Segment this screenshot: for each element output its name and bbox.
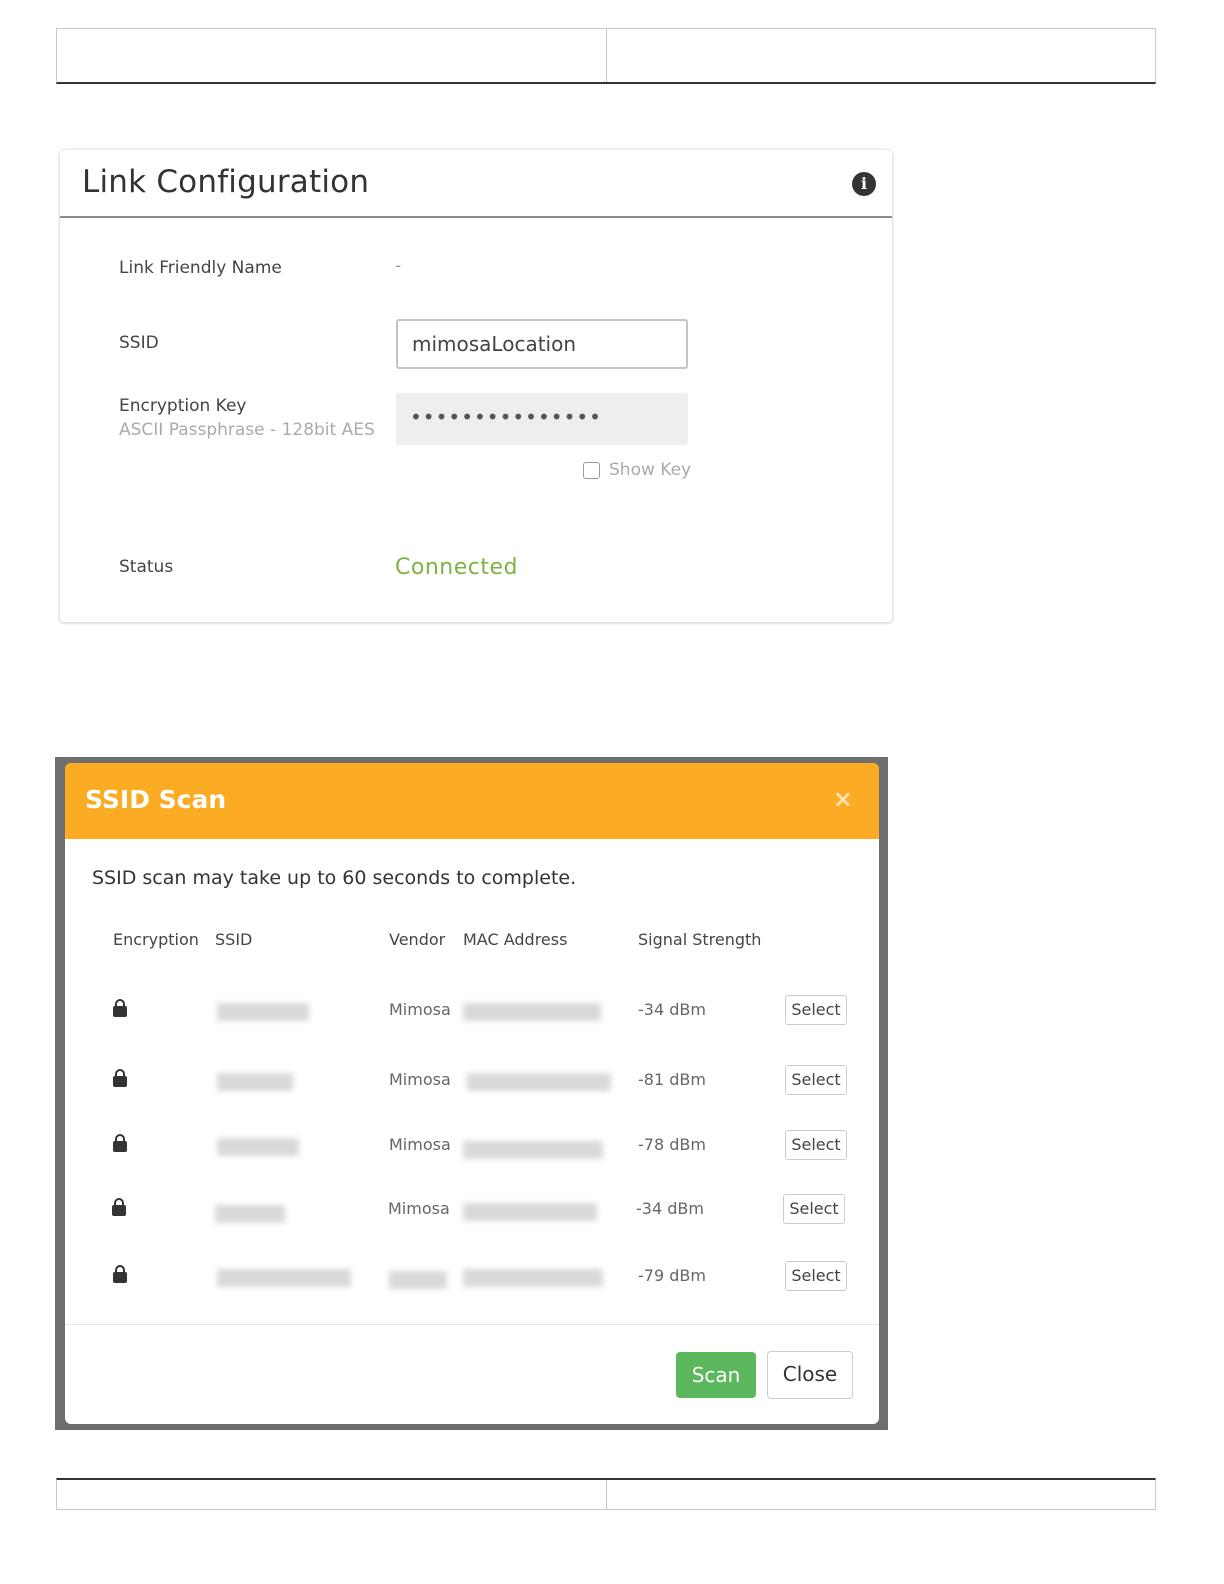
mac-redacted — [463, 1269, 603, 1287]
ssid-input[interactable]: mimosaLocation — [396, 319, 688, 369]
lock-icon — [113, 1134, 127, 1152]
close-button[interactable]: Close — [767, 1351, 853, 1399]
vendor-cell: Mimosa — [389, 1135, 451, 1154]
show-key-toggle[interactable]: Show Key — [583, 460, 691, 480]
vendor-redacted — [389, 1271, 447, 1289]
signal-cell: -81 dBm — [638, 1070, 706, 1089]
status-value: Connected — [395, 555, 518, 580]
panel-title: Link Configuration — [82, 164, 370, 200]
encryption-key-type: ASCII Passphrase - 128bit AES — [119, 420, 375, 440]
table-cell — [605, 1480, 1156, 1509]
document-table-bottom — [56, 1478, 1156, 1510]
table-cell — [57, 29, 606, 82]
ssid-redacted — [217, 1269, 351, 1287]
document-table-top — [56, 28, 1156, 84]
signal-cell: -34 dBm — [638, 1000, 706, 1019]
lock-icon — [113, 999, 127, 1017]
mac-redacted — [463, 1141, 603, 1159]
ssid-redacted — [217, 1073, 293, 1091]
signal-cell: -79 dBm — [638, 1266, 706, 1285]
ssid-label: SSID — [119, 333, 159, 353]
status-label: Status — [119, 557, 174, 577]
lock-icon — [112, 1198, 126, 1216]
signal-cell: -34 dBm — [636, 1199, 704, 1218]
lock-icon — [113, 1069, 127, 1087]
select-button[interactable]: Select — [785, 995, 847, 1025]
mac-redacted — [463, 1203, 597, 1221]
show-key-checkbox[interactable] — [583, 461, 600, 479]
show-key-label: Show Key — [609, 460, 692, 480]
modal-title: SSID Scan — [85, 785, 227, 814]
column-header-mac-address: MAC Address — [463, 930, 568, 949]
ssid-redacted — [215, 1205, 285, 1223]
encryption-key-label: Encryption Key — [119, 396, 247, 416]
modal-footer-divider — [65, 1324, 879, 1325]
table-cell — [605, 29, 1156, 82]
ssid-redacted — [217, 1003, 309, 1021]
select-button[interactable]: Select — [785, 1261, 847, 1291]
close-icon[interactable]: × — [833, 785, 853, 813]
select-button[interactable]: Select — [785, 1065, 847, 1095]
ssid-redacted — [217, 1138, 299, 1156]
scan-note: SSID scan may take up to 60 seconds to c… — [92, 867, 577, 889]
mac-redacted — [467, 1073, 611, 1091]
table-cell — [57, 1480, 606, 1509]
column-header-vendor: Vendor — [389, 930, 446, 949]
column-header-ssid: SSID — [215, 930, 253, 949]
vendor-cell: Mimosa — [389, 1000, 451, 1019]
lock-icon — [113, 1265, 127, 1283]
encryption-key-input[interactable]: ••••••••••••••• — [396, 393, 688, 445]
select-button[interactable]: Select — [783, 1194, 845, 1224]
panel-header: Link Configuration i — [60, 150, 892, 218]
mac-redacted — [463, 1003, 601, 1021]
ssid-scan-modal: SSID Scan × SSID scan may take up to 60 … — [65, 763, 879, 1424]
vendor-cell: Mimosa — [388, 1199, 450, 1218]
link-configuration-panel: Link Configuration i Link Friendly Name … — [60, 150, 892, 622]
vendor-cell: Mimosa — [389, 1070, 451, 1089]
friendly-name-label: Link Friendly Name — [119, 258, 282, 278]
friendly-name-value: - — [395, 256, 402, 276]
select-button[interactable]: Select — [785, 1130, 847, 1160]
column-header-encryption: Encryption — [113, 930, 199, 949]
column-header-signal-strength: Signal Strength — [638, 930, 762, 949]
signal-cell: -78 dBm — [638, 1135, 706, 1154]
scan-button[interactable]: Scan — [676, 1352, 756, 1398]
info-icon[interactable]: i — [852, 172, 876, 196]
modal-header: SSID Scan × — [65, 763, 879, 839]
